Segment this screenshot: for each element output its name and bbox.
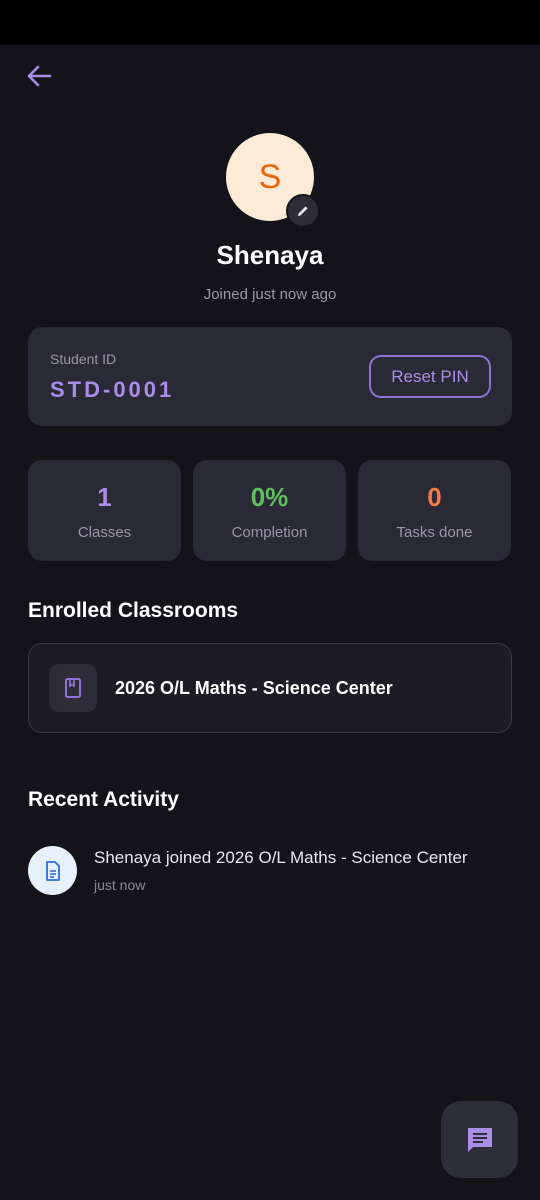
chat-fab-button[interactable] bbox=[441, 1101, 518, 1178]
chat-icon bbox=[467, 1127, 492, 1152]
activity-time: just now bbox=[94, 877, 146, 893]
avatar-initial: S bbox=[258, 157, 282, 196]
activity-text: Shenaya joined 2026 O/L Maths - Science … bbox=[94, 848, 468, 867]
stat-card-completion: 0% Completion bbox=[193, 460, 346, 561]
activity-icon bbox=[28, 846, 77, 895]
student-id-card: Student ID STD-0001 Reset PIN bbox=[28, 327, 512, 426]
recent-activity-heading: Recent Activity bbox=[28, 788, 179, 811]
edit-avatar-button[interactable] bbox=[286, 194, 320, 228]
stat-label: Tasks done bbox=[396, 524, 473, 541]
document-icon bbox=[45, 860, 60, 881]
stat-card-classes: 1 Classes bbox=[28, 460, 181, 561]
stat-value: 0% bbox=[250, 482, 289, 512]
stat-label: Classes bbox=[77, 524, 132, 541]
classroom-card[interactable]: 2026 O/L Maths - Science Center bbox=[28, 643, 512, 733]
book-icon bbox=[65, 678, 81, 698]
arrow-left-icon bbox=[27, 65, 52, 87]
stat-card-tasks: 0 Tasks done bbox=[358, 460, 511, 561]
classroom-name: 2026 O/L Maths - Science Center bbox=[115, 678, 393, 698]
pencil-icon bbox=[298, 206, 308, 216]
stat-value: 0 bbox=[427, 482, 442, 512]
enrolled-classrooms-heading: Enrolled Classrooms bbox=[28, 599, 239, 622]
stat-label: Completion bbox=[231, 524, 308, 541]
back-button[interactable] bbox=[22, 60, 56, 92]
status-bar bbox=[0, 0, 540, 45]
reset-pin-button[interactable]: Reset PIN bbox=[369, 355, 491, 398]
profile-name: Shenaya bbox=[216, 240, 324, 270]
joined-text: Joined just now ago bbox=[203, 286, 337, 303]
stat-value: 1 bbox=[97, 482, 112, 512]
classroom-icon-box bbox=[49, 664, 97, 712]
student-id-label: Student ID bbox=[50, 351, 117, 367]
student-id-value: STD-0001 bbox=[50, 377, 175, 402]
